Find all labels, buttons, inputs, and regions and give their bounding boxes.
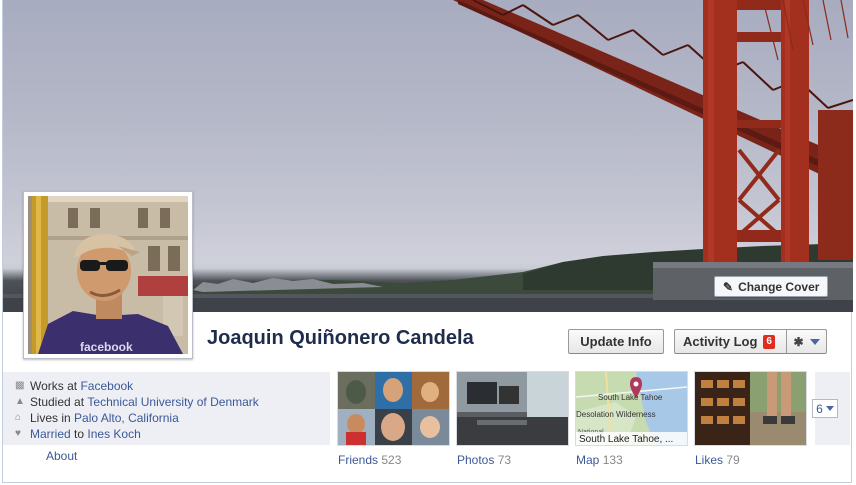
- married-link[interactable]: Married: [30, 427, 71, 441]
- map-place-caption: South Lake Tahoe, ...: [579, 434, 673, 445]
- settings-dropdown-button[interactable]: ✱: [786, 329, 827, 354]
- activity-log-button[interactable]: Activity Log 6: [674, 329, 787, 354]
- chevron-down-icon: [809, 338, 820, 345]
- info-study: ▲ Studied at Technical University of Den…: [15, 395, 259, 409]
- photos-thumbnail: [457, 372, 568, 445]
- work-link[interactable]: Facebook: [80, 379, 133, 393]
- study-link[interactable]: Technical University of Denmark: [87, 395, 258, 409]
- heart-icon: ♥: [15, 428, 21, 439]
- profile-name[interactable]: Joaquin Quiñonero Candela: [207, 327, 474, 350]
- graduation-cap-icon: ▲: [15, 396, 25, 407]
- shirt-logo-text: facebook: [80, 340, 133, 354]
- chevron-down-icon: [825, 406, 834, 411]
- gear-icon: ✱: [793, 334, 804, 349]
- photos-tile[interactable]: [457, 372, 568, 445]
- likes-collage: [695, 372, 806, 445]
- map-label[interactable]: Map 133: [576, 453, 623, 467]
- friends-label[interactable]: Friends 523: [338, 453, 401, 467]
- spouse-link[interactable]: Ines Koch: [87, 427, 140, 441]
- activity-log-badge: 6: [763, 334, 775, 349]
- pencil-icon: ✎: [723, 279, 734, 294]
- map-place-left: Desolation Wilderness: [576, 410, 656, 419]
- info-married: ♥ Married to Ines Koch: [15, 427, 141, 441]
- about-link[interactable]: About: [46, 449, 77, 463]
- photos-label[interactable]: Photos 73: [457, 453, 511, 467]
- profile-info-box: ▩ Works at Facebook ▲ Studied at Technic…: [3, 372, 330, 445]
- info-work: ▩ Works at Facebook: [15, 379, 134, 393]
- profile-picture[interactable]: facebook: [23, 191, 193, 359]
- activity-log-label: Activity Log: [683, 334, 758, 349]
- more-apps-button[interactable]: 6: [812, 399, 838, 418]
- map-thumbnail: South Lake Tahoe Desolation Wilderness N…: [576, 372, 687, 445]
- likes-label[interactable]: Likes 79: [695, 453, 740, 467]
- friends-collage: [338, 372, 449, 445]
- briefcase-icon: ▩: [15, 380, 25, 391]
- friends-tile[interactable]: [338, 372, 449, 445]
- change-cover-button[interactable]: ✎ Change Cover: [714, 276, 829, 297]
- likes-tile[interactable]: [695, 372, 806, 445]
- profile-photo: facebook: [28, 196, 188, 354]
- lives-link[interactable]: Palo Alto, California: [74, 411, 179, 425]
- map-tile[interactable]: South Lake Tahoe Desolation Wilderness N…: [576, 372, 687, 445]
- house-icon: ⌂: [15, 412, 22, 423]
- map-place-top: South Lake Tahoe: [598, 393, 663, 402]
- update-info-button[interactable]: Update Info: [568, 329, 664, 354]
- info-lives: ⌂ Lives in Palo Alto, California: [15, 411, 179, 425]
